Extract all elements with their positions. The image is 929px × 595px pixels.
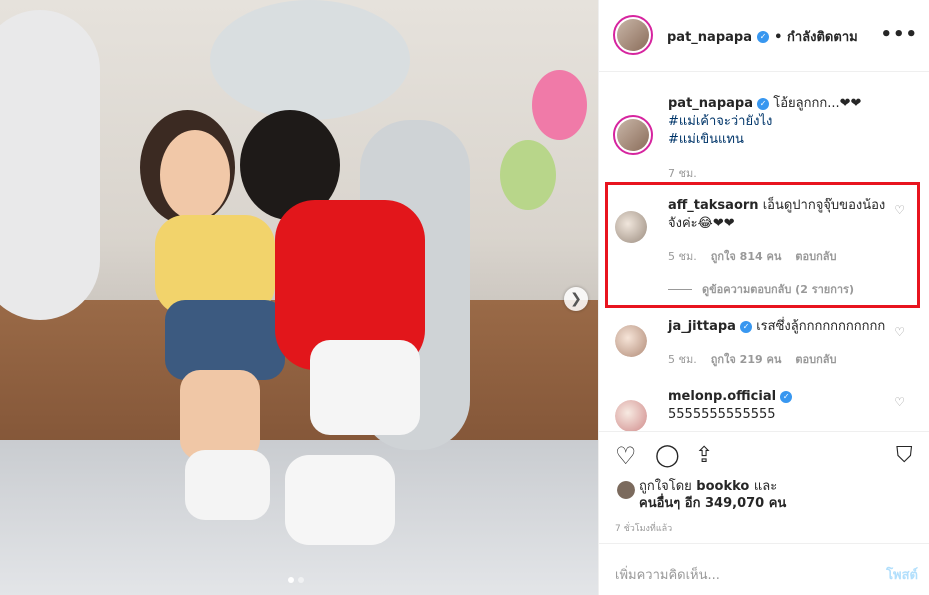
- photo-balloon-left: [0, 10, 100, 320]
- comment-text: เรสซึ่งลู้กกกกกกกกกกก: [756, 319, 886, 334]
- heart-icon[interactable]: ♡: [615, 444, 637, 468]
- comment-time[interactable]: 5 ชม.: [668, 350, 697, 368]
- comment-like-icon[interactable]: ♡: [894, 395, 905, 409]
- comment: melonp.official ✓ 5555555555555: [668, 388, 898, 424]
- photo-girl-face: [160, 130, 230, 220]
- verified-icon: ✓: [757, 30, 770, 43]
- post-header: pat_napapa ✓ • กำลังติดตาม •••: [599, 0, 929, 72]
- liked-by-prefix: ถูกใจโดย: [639, 479, 692, 494]
- liked-by-avatar[interactable]: [617, 481, 635, 499]
- following-status[interactable]: • กำลังติดตาม: [774, 30, 858, 45]
- add-comment-bar: เพิ่มความคิดเห็น... โพสต์: [599, 543, 929, 595]
- comment-meta: 5 ชม. ถูกใจ 219 คน ตอบกลับ: [668, 350, 836, 368]
- comment-likes[interactable]: ถูกใจ 219 คน: [711, 350, 782, 368]
- liked-by-user[interactable]: bookko: [696, 479, 749, 494]
- highlight-box: [605, 182, 920, 308]
- verified-icon: ✓: [740, 320, 753, 333]
- reply-button[interactable]: ตอบกลับ: [795, 350, 836, 368]
- photo-boy-shorts: [310, 340, 420, 435]
- post-time-ago[interactable]: 7 ชั่วโมงที่แล้ว: [615, 521, 672, 535]
- caption-username[interactable]: pat_napapa: [668, 96, 753, 111]
- photo-girl-skirt: [165, 300, 285, 380]
- photo-boy-shoes: [285, 455, 395, 545]
- comment: ja_jittapa ✓ เรสซึ่งลู้กกกกกกกกกกก: [668, 318, 898, 336]
- caption-avatar[interactable]: [613, 115, 653, 155]
- hashtag-link[interactable]: #แม่เค้าจะว่ายังไง: [668, 113, 898, 131]
- caption-text: โอ้ยลูกกก...❤❤: [773, 96, 862, 111]
- carousel-dots: [288, 577, 304, 583]
- caption-time[interactable]: 7 ชม.: [668, 164, 697, 182]
- photo-girl-shoes: [185, 450, 270, 520]
- comment-input[interactable]: เพิ่มความคิดเห็น...: [615, 564, 720, 585]
- verified-icon: ✓: [757, 97, 770, 110]
- share-icon[interactable]: ⇪: [695, 444, 713, 468]
- photo-balloon-buzz: [210, 0, 410, 120]
- carousel-dot-active: [288, 577, 294, 583]
- photo-balloon-pink: [532, 70, 587, 140]
- carousel-dot: [298, 577, 304, 583]
- comment-username[interactable]: ja_jittapa: [668, 319, 736, 334]
- header-username[interactable]: pat_napapa: [667, 30, 752, 45]
- comment-username[interactable]: melonp.official: [668, 389, 776, 404]
- caption-meta: 7 ชม.: [668, 164, 697, 182]
- liked-by-others[interactable]: คนอื่นๆ อีก 349,070 คน: [639, 496, 786, 511]
- hashtag-link[interactable]: #แม่เขินแทน: [668, 131, 898, 149]
- comment-avatar[interactable]: [615, 400, 647, 432]
- more-options-icon[interactable]: •••: [880, 24, 918, 45]
- photo-girl-legs: [180, 370, 260, 460]
- post-photo[interactable]: ❯: [0, 0, 598, 595]
- comment-icon[interactable]: ◯: [655, 444, 680, 468]
- comment-like-icon[interactable]: ♡: [894, 325, 905, 339]
- post-actions: ♡ ◯ ⇪ ⛉ ถูกใจโดย bookko และ คนอื่นๆ อีก …: [599, 431, 929, 543]
- caption: pat_napapa ✓ โอ้ยลูกกก...❤❤ #แม่เค้าจะว่…: [668, 95, 898, 149]
- next-photo-button[interactable]: ❯: [564, 287, 588, 311]
- post-comment-button[interactable]: โพสต์: [886, 564, 918, 585]
- photo-balloon-green: [500, 140, 556, 210]
- header-avatar[interactable]: [613, 15, 653, 55]
- comment-avatar[interactable]: [615, 325, 647, 357]
- comment-text: 5555555555555: [668, 407, 776, 422]
- verified-icon: ✓: [780, 390, 793, 403]
- liked-by[interactable]: ถูกใจโดย bookko และ คนอื่นๆ อีก 349,070 …: [639, 478, 786, 512]
- liked-by-and: และ: [753, 479, 778, 494]
- bookmark-icon[interactable]: ⛉: [896, 444, 913, 468]
